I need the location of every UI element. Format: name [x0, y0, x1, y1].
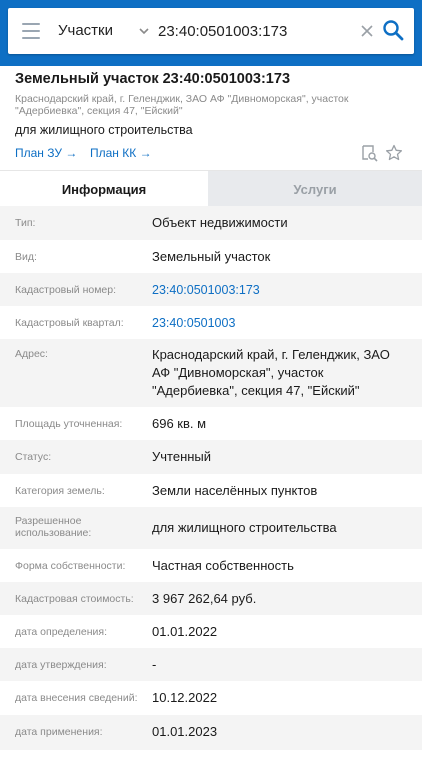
row-label-address: Адрес:: [15, 348, 48, 360]
cadastral-number-link[interactable]: 23:40:0501003:173: [152, 282, 414, 298]
parcel-card-header: Земельный участок 23:40:0501003:173 Крас…: [0, 66, 422, 170]
row-label-date-approved: дата утверждения:: [15, 659, 107, 671]
search-bar: Участки: [8, 8, 414, 54]
table-row: дата определения: 01.01.2022: [0, 615, 422, 648]
row-value-kind: Земельный участок: [152, 249, 271, 264]
table-row: Адрес: Краснодарский край, г. Геленджик,…: [0, 339, 422, 407]
row-value-date-entered: 10.12.2022: [152, 690, 218, 705]
search-input[interactable]: [158, 15, 353, 47]
label-line: Разрешенное: [15, 515, 82, 527]
tabs: Информация Услуги: [0, 170, 422, 207]
star-icon[interactable]: [385, 144, 403, 162]
address-line: Краснодарский край, г. Геленджик, ЗАО: [152, 347, 390, 362]
table-row: Тип: Объект недвижимости: [0, 206, 422, 240]
table-row: Кадастровый квартал: 23:40:0501003: [0, 306, 422, 339]
row-value-area: 696 кв. м: [152, 416, 207, 431]
row-value-address: Краснодарский край, г. Геленджик, ЗАО АФ…: [152, 346, 414, 400]
plan-zu-link[interactable]: План ЗУ →: [15, 146, 77, 160]
row-label-type: Тип:: [15, 217, 36, 229]
map-search-icon[interactable]: [360, 144, 378, 162]
row-value-land-category: Земли населённых пунктов: [152, 483, 318, 498]
parcel-title: Земельный участок 23:40:0501003:173: [15, 71, 291, 87]
row-value-status: Учтенный: [152, 449, 212, 464]
row-label-status: Статус:: [15, 451, 52, 463]
row-label-land-category: Категория земель:: [15, 485, 105, 497]
tab-services[interactable]: Услуги: [208, 171, 422, 207]
parcel-purpose: для жилищного строительства: [15, 123, 193, 137]
row-label-date-entered: дата внесения сведений:: [15, 692, 138, 704]
row-label-kind: Вид:: [15, 251, 37, 263]
row-value-date-applied: 01.01.2023: [152, 724, 218, 739]
tab-info[interactable]: Информация: [0, 171, 208, 207]
label-line: использование:: [15, 527, 92, 539]
row-label-date-applied: дата применения:: [15, 726, 103, 738]
parcel-address-line: "Адербиевка", секция 47, "Ейский": [15, 105, 183, 117]
table-row: Разрешенное использование: для жилищного…: [0, 507, 422, 549]
table-row: Статус: Учтенный: [0, 440, 422, 474]
category-select[interactable]: Участки: [58, 22, 113, 39]
table-row: Площадь уточненная: 696 кв. м: [0, 407, 422, 440]
row-value-permitted-use: для жилищного строительства: [152, 520, 337, 535]
row-label-date-determined: дата определения:: [15, 626, 108, 638]
table-row: Кадастровый номер: 23:40:0501003:173: [0, 273, 422, 306]
search-icon[interactable]: [382, 19, 404, 41]
address-line: АФ "Дивноморская", участок: [152, 365, 324, 380]
parcel-address: Краснодарский край, г. Геленджик, ЗАО АФ…: [15, 93, 395, 117]
parcel-address-line: Краснодарский край, г. Геленджик, ЗАО АФ…: [15, 93, 349, 105]
table-row: дата внесения сведений: 10.12.2022: [0, 681, 422, 715]
row-value-cadastral-value: 3 967 262,64 руб.: [152, 591, 257, 606]
row-label-cadastral-quarter: Кадастровый квартал:: [15, 317, 124, 329]
row-label-area: Площадь уточненная:: [15, 418, 123, 430]
menu-icon[interactable]: [22, 23, 40, 39]
plan-kk-link[interactable]: План КК →: [90, 146, 152, 160]
info-table: Тип: Объект недвижимости Вид: Земельный …: [0, 206, 422, 750]
chevron-down-icon[interactable]: [138, 25, 150, 37]
table-row: Вид: Земельный участок: [0, 240, 422, 273]
cadastral-quarter-link[interactable]: 23:40:0501003: [152, 315, 414, 331]
clear-icon[interactable]: [360, 24, 374, 38]
address-line: "Адербиевка", секция 47, "Ейский": [152, 383, 360, 398]
row-value-date-approved: -: [152, 657, 157, 672]
table-row: дата применения: 01.01.2023: [0, 715, 422, 750]
row-label-cadastral-number: Кадастровый номер:: [15, 284, 117, 296]
row-label-permitted-use: Разрешенное использование:: [15, 515, 143, 539]
table-row: дата утверждения: -: [0, 648, 422, 681]
row-label-ownership: Форма собственности:: [15, 560, 126, 572]
table-row: Категория земель: Земли населённых пункт…: [0, 474, 422, 507]
row-value-type: Объект недвижимости: [152, 215, 288, 230]
table-row: Кадастровая стоимость: 3 967 262,64 руб.: [0, 582, 422, 615]
top-bar: Участки: [0, 0, 422, 66]
row-value-ownership: Частная собственность: [152, 558, 294, 573]
row-value-date-determined: 01.01.2022: [152, 624, 218, 639]
row-label-cadastral-value: Кадастровая стоимость:: [15, 593, 134, 605]
table-row: Форма собственности: Частная собственнос…: [0, 549, 422, 582]
